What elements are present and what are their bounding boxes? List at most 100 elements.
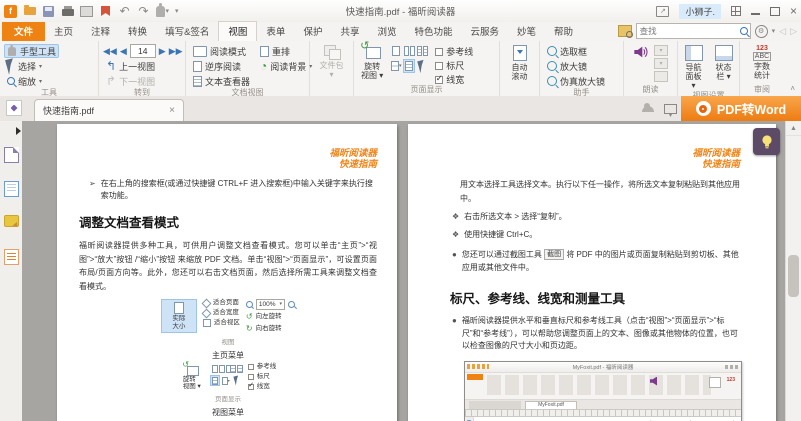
next-view-button[interactable]: ↱下一视图 [103,74,183,88]
comments-panel-icon[interactable] [4,215,19,227]
next-page-icon[interactable]: ▶ [159,46,166,57]
email-icon[interactable] [80,5,93,18]
word-count-button[interactable]: 123ABC 字数统计 [750,44,774,85]
tab-share[interactable]: 共享 [331,22,368,41]
doc-heading: 标尺、参考线、线宽和测量工具 [450,288,740,307]
actual-size-button: 实际大小 [161,299,197,333]
previous-view-button[interactable]: ↰上一视图 [103,59,183,73]
document-tab[interactable]: 快速指南.pdf × [34,99,184,121]
rotate-view-button[interactable]: ↺ 旋转视图 ▾ [358,44,386,85]
file-package-button[interactable]: 文件包 ▾ [314,44,349,85]
continuous-page-icon[interactable] [403,59,415,73]
single-page-icon[interactable] [390,44,402,58]
reverse-read-button[interactable]: 逆序阅读 [190,59,253,73]
marquee-zoom-button[interactable]: 选取框 [544,44,608,58]
undo-icon[interactable]: ↶ [118,5,131,18]
screen-share-icon[interactable] [664,104,677,114]
status-bar-button[interactable]: 状态栏 ▾ [712,44,736,91]
tab-help[interactable]: 帮助 [545,22,582,41]
scrollbar-thumb[interactable] [788,255,799,297]
redo-icon[interactable]: ↷ [137,5,150,18]
page-number-input[interactable] [130,44,156,58]
navigation-panel-button[interactable]: 导航面板 ▾ [682,44,706,91]
cloud-icon[interactable] [642,106,654,112]
select-button[interactable]: 选择▾ [4,59,59,73]
read-doc-icon[interactable]: ▾ [654,58,668,69]
search-options-caret-icon[interactable]: ▾ [772,27,776,35]
vertical-scrollbar[interactable]: ▲ [785,121,801,421]
last-page-icon[interactable]: ▶▶ [169,46,183,57]
find-previous-icon[interactable]: ◁ [779,26,786,37]
open-file-icon[interactable] [23,5,36,18]
reflow-button[interactable]: 重排 [257,44,315,58]
share-icon[interactable]: ↗ [656,6,669,17]
text-viewer-button[interactable]: 文本查看器 [190,74,253,88]
facing-pages-icon[interactable] [403,44,415,58]
user-account[interactable]: 小狮子. [679,4,721,19]
read-page-icon[interactable]: ▾ [654,45,668,56]
print-icon[interactable] [61,5,74,18]
search-options-icon[interactable]: ⚙ [755,25,768,38]
tab-features[interactable]: 特色功能 [405,22,461,41]
tab-protect[interactable]: 保护 [294,22,331,41]
tab-convert[interactable]: 转换 [119,22,156,41]
collapse-ribbon-icon[interactable]: ˄ [790,84,795,93]
read-background-button[interactable]: ◔阅读背景▾ [257,59,315,73]
split-view-icon[interactable]: ▾ [390,59,402,73]
scroll-up-icon[interactable]: ▲ [786,121,801,136]
assistant-lightbulb-button[interactable] [753,128,780,155]
read-stop-icon[interactable] [654,71,668,82]
continuous-facing-icon[interactable] [416,44,428,58]
hand-tool-quick-icon[interactable]: ▾ [156,5,169,18]
pages-panel-icon[interactable] [4,181,19,197]
tab-comment[interactable]: 注释 [82,22,119,41]
attachments-panel-icon[interactable] [4,249,19,265]
page-cursor-icon[interactable] [416,59,428,73]
zoom-button[interactable]: 缩放▾ [4,74,59,88]
document-canvas[interactable]: 福昕阅读器快速指南 ➢在右上角的搜索框(或通过快捷键 CTRL+F 进入搜索框)… [22,121,801,421]
tab-browse[interactable]: 浏览 [368,22,405,41]
tab-file[interactable]: 文件 [2,22,45,41]
guides-checkbox[interactable]: 参考线 [432,46,476,57]
tab-cloud[interactable]: 云服务 [462,22,509,41]
search-icon[interactable] [737,24,751,38]
ruler-checkbox[interactable]: 标尺 [432,60,476,71]
restore-button[interactable] [770,7,780,16]
pdf-page-left: 福昕阅读器快速指南 ➢在右上角的搜索框(或通过快捷键 CTRL+F 进入搜索框)… [57,124,397,421]
file-package-icon [324,45,340,59]
bookmarks-panel-icon[interactable] [4,147,19,163]
search-input[interactable] [636,23,751,39]
read-mode-button[interactable]: 阅读模式 [190,44,253,58]
next-view-icon: ↱ [106,76,116,86]
save-icon[interactable] [42,5,55,18]
loupe-button[interactable]: 放大镜 [544,59,608,73]
close-button[interactable]: × [790,5,797,17]
auto-scroll-button[interactable]: 自动滚动 [509,44,531,85]
tab-form[interactable]: 表单 [257,22,294,41]
hand-tool-button[interactable]: 手型工具 [4,44,59,58]
prev-page-icon[interactable]: ◀ [120,46,127,57]
first-page-icon[interactable]: ◀◀ [103,46,117,57]
apps-grid-icon[interactable] [731,6,741,16]
doc-bullet: ➢在右上角的搜索框(或通过快捷键 CTRL+F 进入搜索框)中输入关键字来执行搜… [89,178,377,202]
tab-view[interactable]: 视图 [218,21,257,41]
magnifier-button[interactable]: 伪真放大镜 [544,74,608,88]
expand-panel-icon[interactable] [16,127,21,135]
tab-home[interactable]: 主页 [45,22,82,41]
main-area: 福昕阅读器快速指南 ➢在右上角的搜索框(或通过快捷键 CTRL+F 进入搜索框)… [0,121,801,421]
customize-toolbar-icon[interactable]: ▾ [175,7,179,15]
close-tab-icon[interactable]: × [169,105,175,116]
find-icon[interactable] [618,25,632,37]
line-weight-checkbox[interactable]: 线宽 [432,74,476,85]
speaker-icon[interactable] [633,44,649,60]
pdf-to-word-button[interactable]: PDF转Word [681,96,801,121]
navigation-sidebar [0,121,23,421]
minimize-button[interactable] [751,13,760,15]
start-page-icon[interactable] [6,100,22,116]
foxit-logo-icon[interactable]: f [4,5,17,18]
find-next-icon[interactable]: ▷ [790,26,797,37]
snapshot-icon[interactable] [99,5,112,18]
tab-miaobi[interactable]: 妙笔 [508,22,545,41]
quick-access-toolbar: f ↶ ↷ ▾ ▾ [0,5,179,18]
tab-fill-sign[interactable]: 填写&签名 [156,22,218,41]
